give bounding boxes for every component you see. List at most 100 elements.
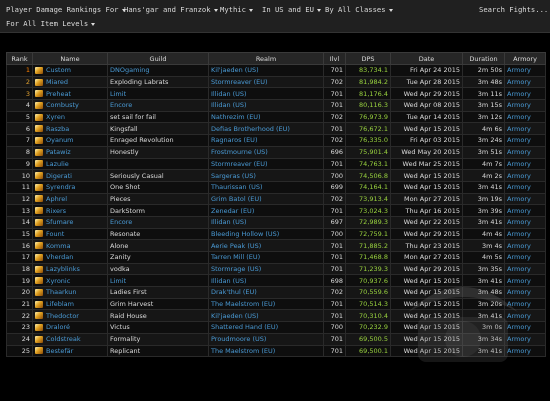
realm-link[interactable]: Aerie Peak (US) xyxy=(211,242,261,250)
realm-cell[interactable]: Defias Brotherhood (EU) xyxy=(208,122,324,136)
realm-link[interactable]: The Maelstrom (EU) xyxy=(211,347,275,355)
player-name-link[interactable]: Komma xyxy=(46,242,71,250)
guild-name[interactable]: Limit xyxy=(110,277,126,285)
realm-link[interactable]: Stormreaver (EU) xyxy=(211,160,268,168)
realm-link[interactable]: The Maelstrom (EU) xyxy=(211,300,275,308)
realm-cell[interactable]: Stormrage (US) xyxy=(208,262,324,276)
search-fights-button[interactable]: Search Fights... xyxy=(479,5,548,14)
player-name-link[interactable]: Lifeblam xyxy=(46,300,74,308)
player-name-cell[interactable]: Lazyblinks xyxy=(32,262,108,276)
player-name-link[interactable]: Preheat xyxy=(46,90,71,98)
player-name-cell[interactable]: Patawiz xyxy=(32,145,108,159)
realm-link[interactable]: Defias Brotherhood (EU) xyxy=(211,125,290,133)
player-name-link[interactable]: Aphrel xyxy=(46,195,67,203)
armory-link[interactable]: Armory xyxy=(507,300,531,308)
armory-cell[interactable]: Armory xyxy=(504,227,546,241)
region-dropdown[interactable]: In US and EU xyxy=(262,5,321,14)
dps-value-link[interactable]: 70,559.6 xyxy=(359,288,388,296)
header-name[interactable]: Name xyxy=(32,52,108,65)
header-guild[interactable]: Guild xyxy=(107,52,209,65)
realm-link[interactable]: Ragnaros (EU) xyxy=(211,136,257,144)
player-name-link[interactable]: Draloré xyxy=(46,323,70,331)
realm-link[interactable]: Tarren Mill (EU) xyxy=(211,253,260,261)
realm-cell[interactable]: The Maelstrom (EU) xyxy=(208,344,324,358)
dps-value-link[interactable]: 73,024.3 xyxy=(359,207,388,215)
player-name-cell[interactable]: Thedoctor xyxy=(32,309,108,323)
class-dropdown[interactable]: By All Classes xyxy=(325,5,393,14)
armory-link[interactable]: Armory xyxy=(507,242,531,250)
realm-cell[interactable]: Sargeras (US) xyxy=(208,169,324,182)
armory-cell[interactable]: Armory xyxy=(504,157,546,171)
item-level-dropdown[interactable]: For All Item Levels xyxy=(6,19,96,28)
realm-link[interactable]: Kil'jaeden (US) xyxy=(211,312,259,320)
realm-link[interactable]: Illidan (US) xyxy=(211,90,247,98)
realm-link[interactable]: Proudmoore (US) xyxy=(211,335,266,343)
realm-cell[interactable]: Illidan (US) xyxy=(208,87,324,101)
armory-cell[interactable]: Armory xyxy=(504,309,546,323)
guild-cell[interactable]: Encore xyxy=(107,215,209,229)
armory-cell[interactable]: Armory xyxy=(504,134,546,147)
realm-cell[interactable]: Shattered Hand (EU) xyxy=(208,321,324,334)
armory-cell[interactable]: Armory xyxy=(504,122,546,136)
dps-value-link[interactable]: 69,500.5 xyxy=(359,335,388,343)
player-name-cell[interactable]: Digerati xyxy=(32,169,108,182)
guild-cell[interactable]: Limit xyxy=(107,87,209,101)
armory-link[interactable]: Armory xyxy=(507,347,531,355)
armory-link[interactable]: Armory xyxy=(507,160,531,168)
dps-cell[interactable]: 70,232.9 xyxy=(345,321,391,334)
player-name-cell[interactable]: Bestefär xyxy=(32,344,108,358)
player-name-link[interactable]: Lazyblinks xyxy=(46,265,80,273)
armory-link[interactable]: Armory xyxy=(507,288,531,296)
dps-value-link[interactable]: 70,514.3 xyxy=(359,300,388,308)
dps-value-link[interactable]: 71,885.2 xyxy=(359,242,388,250)
realm-cell[interactable]: Kil'jaeden (US) xyxy=(208,64,324,77)
player-name-cell[interactable]: Coldstreak xyxy=(32,332,108,346)
header-rank[interactable]: Rank xyxy=(6,52,33,65)
armory-link[interactable]: Armory xyxy=(507,90,531,98)
dps-cell[interactable]: 76,973.9 xyxy=(345,110,391,124)
armory-link[interactable]: Armory xyxy=(507,172,531,180)
guild-name[interactable]: Encore xyxy=(110,218,132,226)
realm-cell[interactable]: Bleeding Hollow (US) xyxy=(208,227,324,241)
dps-cell[interactable]: 69,500.1 xyxy=(345,344,391,358)
guild-name[interactable]: Limit xyxy=(110,90,126,98)
player-name-cell[interactable]: Oyanum xyxy=(32,134,108,147)
realm-link[interactable]: Thaurissan (US) xyxy=(211,183,263,191)
player-name-link[interactable]: Miared xyxy=(46,78,68,86)
realm-link[interactable]: Sargeras (US) xyxy=(211,172,256,180)
player-name-link[interactable]: Rixers xyxy=(46,207,66,215)
player-name-cell[interactable]: Rixers xyxy=(32,204,108,217)
dps-cell[interactable]: 71,885.2 xyxy=(345,239,391,252)
realm-cell[interactable]: Illidan (US) xyxy=(208,99,324,112)
player-name-cell[interactable]: Xyren xyxy=(32,110,108,124)
armory-cell[interactable]: Armory xyxy=(504,180,546,194)
armory-link[interactable]: Armory xyxy=(507,113,531,121)
armory-cell[interactable]: Armory xyxy=(504,75,546,89)
guild-cell[interactable]: Encore xyxy=(107,99,209,112)
realm-cell[interactable]: Kil'jaeden (US) xyxy=(208,309,324,323)
armory-link[interactable]: Armory xyxy=(507,125,531,133)
dps-value-link[interactable]: 74,506.8 xyxy=(359,172,388,180)
armory-cell[interactable]: Armory xyxy=(504,274,546,288)
dps-cell[interactable]: 73,024.3 xyxy=(345,204,391,217)
player-name-cell[interactable]: Fount xyxy=(32,227,108,241)
dps-cell[interactable]: 70,514.3 xyxy=(345,297,391,311)
player-name-link[interactable]: Lazulie xyxy=(46,160,69,168)
realm-link[interactable]: Frostmourne (US) xyxy=(211,148,268,156)
dps-cell[interactable]: 81,176.4 xyxy=(345,87,391,101)
dps-value-link[interactable]: 70,310.4 xyxy=(359,312,388,320)
armory-cell[interactable]: Armory xyxy=(504,145,546,159)
dps-value-link[interactable]: 83,734.1 xyxy=(359,66,388,74)
player-name-link[interactable]: Combusty xyxy=(46,101,79,109)
player-name-cell[interactable]: Combusty xyxy=(32,99,108,112)
dps-cell[interactable]: 76,335.0 xyxy=(345,134,391,147)
realm-link[interactable]: Illidan (US) xyxy=(211,101,247,109)
player-name-link[interactable]: Xyronic xyxy=(46,277,70,285)
realm-cell[interactable]: Zenedar (EU) xyxy=(208,204,324,217)
dps-value-link[interactable]: 74,763.1 xyxy=(359,160,388,168)
armory-link[interactable]: Armory xyxy=(507,207,531,215)
dps-value-link[interactable]: 76,335.0 xyxy=(359,136,388,144)
armory-cell[interactable]: Armory xyxy=(504,110,546,124)
armory-cell[interactable]: Armory xyxy=(504,262,546,276)
armory-link[interactable]: Armory xyxy=(507,66,531,74)
